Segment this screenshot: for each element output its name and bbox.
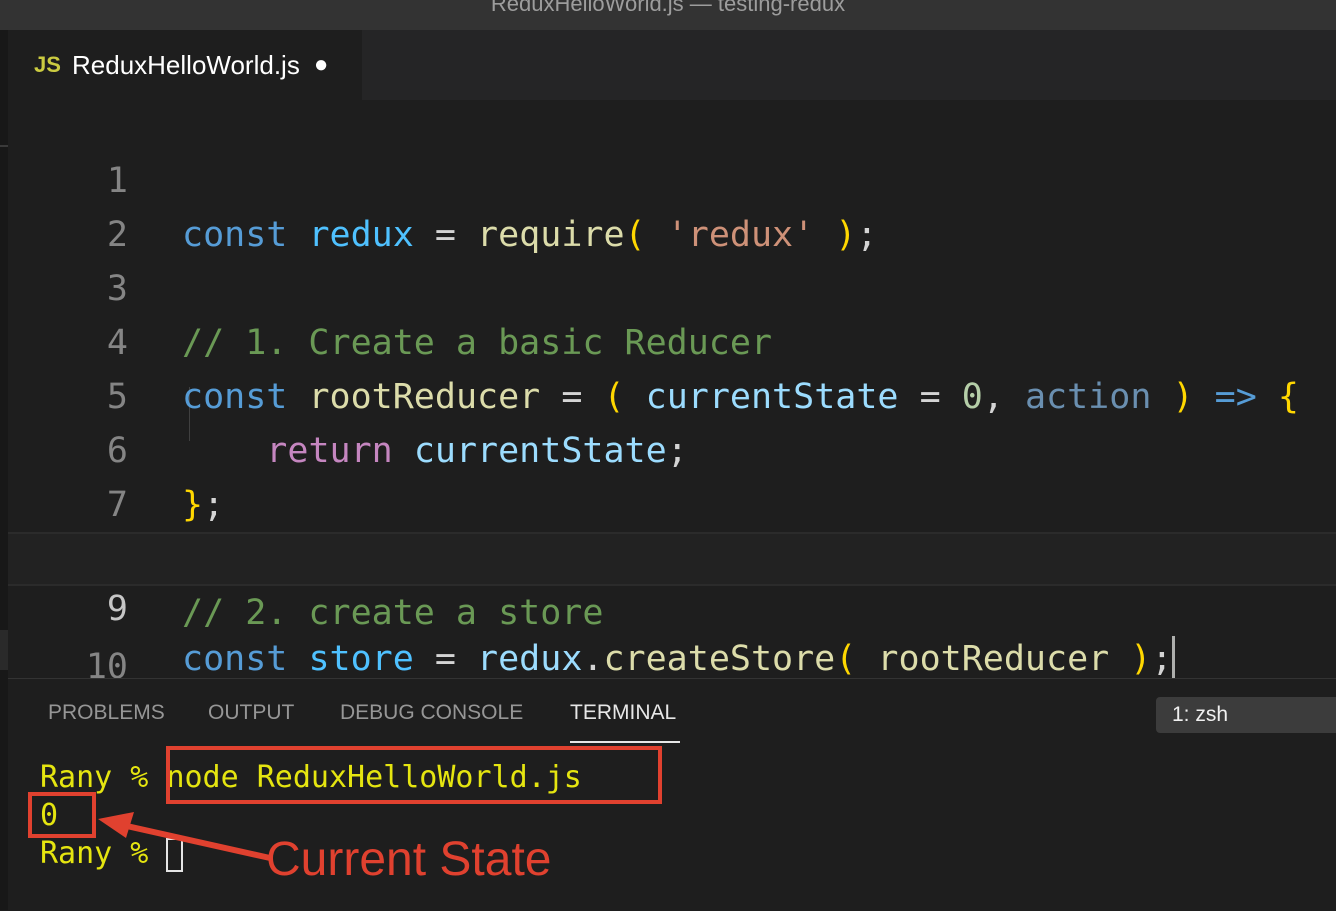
annotation-arrow-icon — [98, 812, 271, 861]
annotation-label: Current State — [266, 833, 552, 886]
